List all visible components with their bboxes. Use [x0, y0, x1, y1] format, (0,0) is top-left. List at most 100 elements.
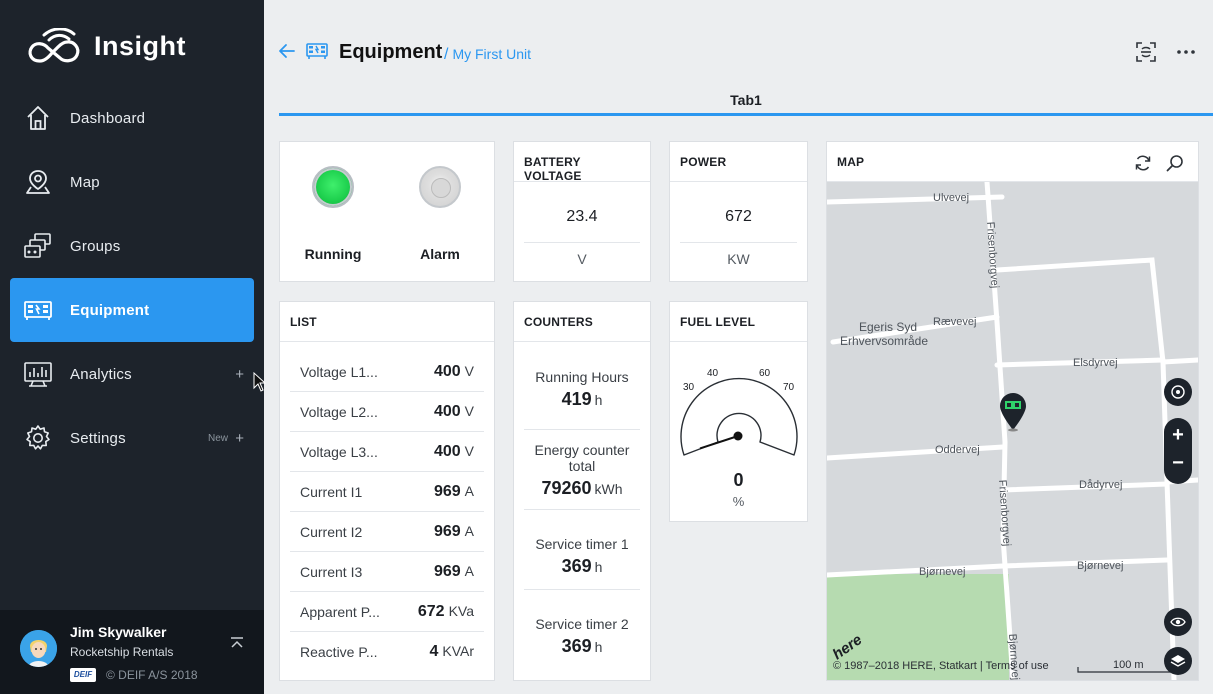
list-item-value: 969 A	[433, 562, 474, 580]
list-item-value: 400 V	[433, 442, 474, 460]
layers-button[interactable]	[1164, 647, 1192, 675]
zoom-in-button[interactable]: +	[1164, 424, 1192, 447]
main-nav: Dashboard Map Groups Equipment Analytics	[10, 86, 254, 470]
counter-value: 369 h	[561, 556, 603, 576]
search-icon[interactable]	[1166, 154, 1184, 177]
fullscreen-scan-icon[interactable]	[1136, 42, 1156, 67]
list-item-key: Current I3	[300, 563, 363, 580]
app-name: Insight	[94, 30, 186, 61]
card-title: LIST	[280, 302, 494, 342]
view-toggle-button[interactable]	[1164, 608, 1192, 636]
divider	[680, 242, 797, 243]
fuel-gauge: 30 40 60 70	[680, 368, 798, 456]
list-item: Reactive P... 4 KVAr	[290, 632, 484, 672]
running-indicator-lamp	[312, 166, 354, 208]
list-item-key: Voltage L1...	[300, 363, 378, 380]
sidebar-item-groups[interactable]: Groups	[10, 214, 254, 278]
breadcrumb[interactable]: / My First Unit	[444, 46, 531, 64]
power-unit: KW	[727, 251, 750, 267]
counter-item: Running Hours 419 h	[524, 342, 640, 430]
sidebar-item-settings[interactable]: Settings New +	[10, 406, 254, 470]
sidebar-item-map[interactable]: Map	[10, 150, 254, 214]
street-label: Bjørnevej	[919, 566, 965, 578]
app-logo[interactable]: Insight	[26, 28, 186, 64]
status-card: Running Alarm	[279, 141, 495, 282]
street-label: Bjørnevej	[1077, 560, 1123, 572]
eye-icon	[1170, 617, 1186, 627]
counter-item: Service timer 1 369 h	[524, 510, 640, 590]
sidebar-item-label: Equipment	[70, 301, 150, 319]
counter-label: Service timer 2	[535, 616, 629, 632]
add-analytics-button[interactable]: +	[235, 366, 244, 383]
fuel-level-value: 0	[733, 470, 744, 490]
user-panel: Jim Skywalker Rocketship Rentals DEIF © …	[0, 610, 264, 694]
tab-indicator	[279, 113, 1213, 116]
sidebar-item-analytics[interactable]: Analytics +	[10, 342, 254, 406]
page-title: Equipment	[339, 41, 443, 63]
street-label: Ulvevej	[933, 192, 969, 204]
list-item-key: Apparent P...	[300, 603, 380, 620]
card-title: BATTERY VOLTAGE	[514, 142, 650, 183]
card-title: COUNTERS	[514, 302, 650, 342]
collapse-up-icon[interactable]	[230, 636, 244, 654]
sidebar-item-label: Settings	[70, 429, 126, 447]
more-options-icon[interactable]	[1176, 42, 1196, 67]
gauge-tick-label: 60	[759, 368, 771, 379]
equipment-icon	[22, 294, 54, 326]
list-item-value: 672 KVa	[417, 602, 474, 620]
alarm-label: Alarm	[420, 246, 460, 262]
sidebar-item-label: Analytics	[70, 365, 132, 383]
street-label: Elsdyrvej	[1073, 357, 1118, 369]
sidebar-item-label: Groups	[70, 237, 121, 255]
zoom-control: + −	[1164, 418, 1192, 484]
divider	[524, 242, 640, 243]
breadcrumb-unit[interactable]: My First Unit	[452, 46, 531, 62]
alarm-indicator-lamp	[419, 166, 461, 208]
counter-item: Service timer 2 369 h	[524, 590, 640, 670]
street-label: Oddervej	[935, 444, 980, 456]
back-arrow-icon[interactable]	[278, 42, 296, 65]
counter-item: Energy counter total 79260 kWh	[524, 430, 640, 510]
area-label: Egeris Syd	[859, 320, 917, 334]
sidebar-item-equipment[interactable]: Equipment	[10, 278, 254, 342]
list-item-value: 969 A	[433, 522, 474, 540]
list-item: Voltage L2... 400 V	[290, 392, 484, 432]
groups-icon	[22, 230, 54, 262]
list-item-value: 969 A	[433, 482, 474, 500]
counter-value: 369 h	[561, 636, 603, 656]
counter-label: Energy counter total	[534, 442, 630, 474]
equipment-icon	[306, 42, 328, 65]
list-item-key: Reactive P...	[300, 644, 378, 660]
card-title: POWER	[670, 142, 807, 182]
cloud-wifi-logo-icon	[28, 28, 80, 63]
list-item-key: Current I1	[300, 483, 363, 500]
add-settings-button[interactable]: +	[235, 430, 244, 447]
map-toolbar	[1134, 154, 1184, 177]
home-icon	[22, 102, 54, 134]
list-item-value: 400 V	[433, 362, 474, 380]
list-item-value: 4 KVAr	[429, 643, 474, 660]
power-card: POWER 672 KW	[669, 141, 808, 282]
battery-voltage-unit: V	[577, 251, 587, 267]
battery-voltage-card: BATTERY VOLTAGE 23.4 V	[513, 141, 651, 282]
counters-card: COUNTERS Running Hours 419 h Energy count…	[513, 301, 651, 681]
fuel-level-unit: %	[732, 494, 745, 509]
sidebar-item-label: Dashboard	[70, 109, 146, 127]
locate-button[interactable]	[1164, 378, 1192, 406]
refresh-icon[interactable]	[1134, 154, 1152, 177]
list-item-key: Voltage L3...	[300, 443, 378, 460]
list-item-key: Voltage L2...	[300, 403, 378, 420]
user-organization: Rocketship Rentals	[70, 645, 174, 659]
map-copyright[interactable]: © 1987–2018 HERE, Statkart | Terms of us…	[833, 660, 1049, 672]
map-view[interactable]: Ulvevej Frisenborgvej Rævevej Egeris Syd…	[827, 182, 1198, 680]
avatar[interactable]	[20, 630, 57, 667]
sidebar-item-dashboard[interactable]: Dashboard	[10, 86, 254, 150]
list-item: Current I2 969 A	[290, 512, 484, 552]
list-item-value: 400 V	[433, 402, 474, 420]
equipment-map-marker[interactable]	[998, 392, 1028, 432]
list-item: Current I3 969 A	[290, 552, 484, 592]
sidebar: Insight Dashboard Map Groups Equipment A…	[0, 0, 264, 694]
zoom-out-button[interactable]: −	[1164, 452, 1192, 475]
running-label: Running	[304, 246, 362, 262]
counter-label: Service timer 1	[535, 536, 629, 552]
